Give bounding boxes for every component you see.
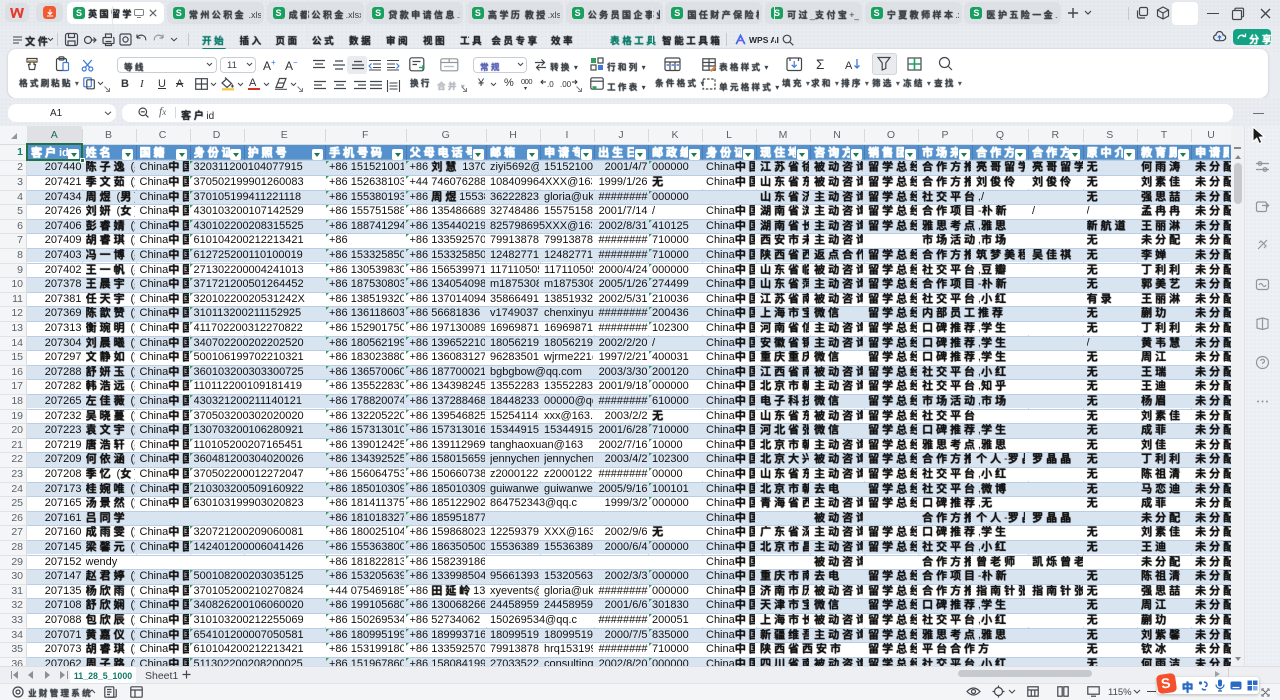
svg-text:.0: .0: [547, 80, 554, 89]
svg-text:.00: .00: [560, 80, 572, 89]
svg-text:A: A: [845, 60, 853, 72]
